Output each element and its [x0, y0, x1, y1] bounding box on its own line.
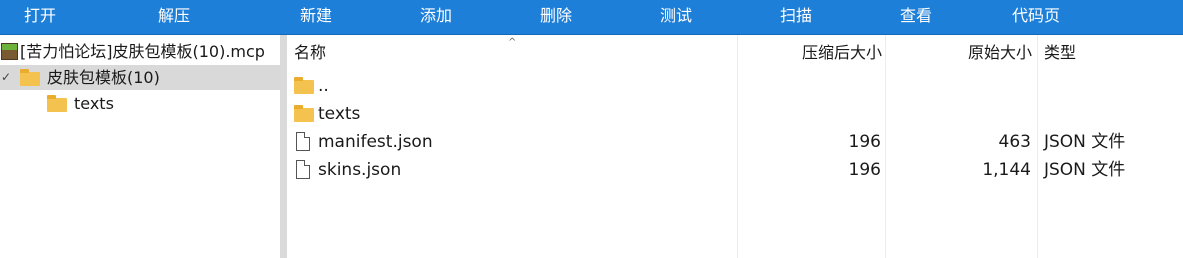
- tree-item-archive[interactable]: [苦力怕论坛]皮肤包模板(10).mcp: [0, 39, 280, 64]
- tree-item-root-folder-label: 皮肤包模板(10): [47, 68, 160, 87]
- tree-item-texts-label: texts: [74, 94, 114, 113]
- sort-ascending-icon: ^: [508, 37, 517, 48]
- delete-button[interactable]: 删除: [534, 0, 578, 34]
- file-type: JSON 文件: [1044, 132, 1126, 152]
- list-item-manifest[interactable]: manifest.json 196 463 JSON 文件: [287, 128, 1183, 156]
- file-icon: [296, 160, 310, 179]
- extract-button[interactable]: 解压: [152, 0, 196, 34]
- column-header-name[interactable]: 名称: [294, 35, 326, 71]
- original-size: 1,144: [982, 160, 1031, 180]
- list-item-texts[interactable]: texts: [287, 100, 1183, 128]
- folder-icon: [294, 77, 314, 94]
- pane-splitter[interactable]: [280, 35, 287, 258]
- file-name: texts: [318, 104, 361, 124]
- packed-size: 196: [848, 132, 881, 152]
- file-name: skins.json: [318, 160, 402, 180]
- open-button[interactable]: 打开: [18, 0, 62, 34]
- tree-item-root-folder[interactable]: ✓ 皮肤包模板(10): [0, 65, 280, 90]
- codepage-button[interactable]: 代码页: [1006, 0, 1066, 34]
- folder-icon: [47, 95, 67, 112]
- column-header-packed-size[interactable]: 压缩后大小: [757, 35, 882, 71]
- toolbar: 打开 解压 新建 添加 删除 测试 扫描 查看 代码页: [0, 0, 1183, 35]
- file-name: manifest.json: [318, 132, 433, 152]
- file-type: JSON 文件: [1044, 160, 1126, 180]
- scan-button[interactable]: 扫描: [774, 0, 818, 34]
- packed-size: 196: [848, 160, 881, 180]
- archive-icon: [1, 43, 18, 60]
- tree-item-archive-label: [苦力怕论坛]皮肤包模板(10).mcp: [20, 42, 265, 61]
- folder-icon: [20, 69, 40, 86]
- expand-chevron-icon[interactable]: ✓: [1, 65, 11, 90]
- tree-item-texts[interactable]: texts: [0, 91, 280, 116]
- new-button[interactable]: 新建: [294, 0, 338, 34]
- folder-tree: [苦力怕论坛]皮肤包模板(10).mcp ✓ 皮肤包模板(10) texts: [0, 35, 280, 258]
- file-name: ..: [318, 76, 329, 96]
- view-button[interactable]: 查看: [894, 0, 938, 34]
- add-button[interactable]: 添加: [414, 0, 458, 34]
- list-item-skins[interactable]: skins.json 196 1,144 JSON 文件: [287, 156, 1183, 184]
- original-size: 463: [998, 132, 1031, 152]
- folder-icon: [294, 105, 314, 122]
- file-list: ^ 名称 压缩后大小 原始大小 类型 .. texts manifest.jso…: [287, 35, 1183, 258]
- test-button[interactable]: 测试: [654, 0, 698, 34]
- file-icon: [296, 132, 310, 151]
- column-header-original-size[interactable]: 原始大小: [907, 35, 1032, 71]
- column-header-type[interactable]: 类型: [1044, 35, 1076, 71]
- list-item-parent[interactable]: ..: [287, 72, 1183, 100]
